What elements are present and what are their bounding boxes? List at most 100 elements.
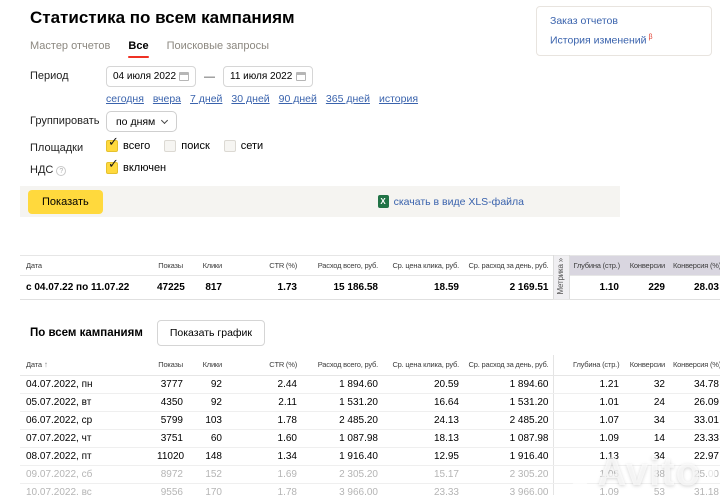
column-header-date: Дата [20,256,153,276]
column-header-clicks[interactable]: Клики [187,355,226,375]
value-cell: 152 [187,465,226,483]
value-cell: 3751 [153,429,187,447]
value-cell: 18.13 [382,429,463,447]
download-xls-label: скачать в виде XLS-файла [394,196,524,208]
group-label: Группировать [30,111,106,127]
column-header-depth[interactable]: Глубина (стр.) [569,355,623,375]
quick-range-365days-link[interactable]: 365 дней [326,93,370,105]
platform-checkbox-networks[interactable]: сети [224,140,263,152]
change-history-link[interactable]: История измененийβ [550,34,698,47]
platform-checkbox-search[interactable]: поиск [164,140,210,152]
value-cell: 1.69 [226,465,301,483]
value-cell: 1.73 [226,276,301,300]
value-cell: 47225 [153,276,187,300]
table-row: 09.07.2022, сб89721521.692 305.2015.172 … [20,465,720,483]
xls-file-icon: X [378,195,389,208]
calendar-icon[interactable] [179,72,189,81]
checkbox-unchecked-icon[interactable] [164,140,176,152]
column-header-avg-cpc: Ср. цена клика, руб. [382,256,463,276]
quick-range-30days-link[interactable]: 30 дней [231,93,269,105]
value-cell: 1.07 [569,411,623,429]
date-cell: 08.07.2022, пт [20,447,153,465]
table-row: 05.07.2022, вт4350922.111 531.2016.641 5… [20,393,720,411]
value-cell: 34 [623,447,669,465]
column-divider [553,429,569,447]
calendar-icon[interactable] [296,72,306,81]
tab-search-queries[interactable]: Поисковые запросы [167,40,269,52]
column-header-avg-cpc[interactable]: Ср. цена клика, руб. [382,355,463,375]
summary-total-row: с 04.07.22 по 11.07.22 47225 817 1.73 15… [20,276,720,300]
value-cell: 24 [623,393,669,411]
date-from-input[interactable]: 04 июля 2022 [106,66,196,87]
column-divider [553,447,569,465]
checkbox-unchecked-icon[interactable] [224,140,236,152]
change-history-label: История изменений [550,35,647,47]
platform-checkbox-total[interactable]: всего [106,140,150,152]
date-to-value: 11 июля 2022 [230,71,292,82]
value-cell: 53 [623,483,669,495]
table-row: 06.07.2022, ср57991031.782 485.2024.132 … [20,411,720,429]
quick-range-history-link[interactable]: история [379,93,418,105]
column-header-ctr[interactable]: CTR (%) [226,355,301,375]
reports-links-box: Заказ отчетов История измененийβ [536,6,712,56]
value-cell: 1.34 [226,447,301,465]
show-button[interactable]: Показать [28,190,103,214]
download-xls-link[interactable]: Xскачать в виде XLS-файла [378,195,524,208]
column-header-impressions[interactable]: Показы [153,355,187,375]
help-icon[interactable]: ? [56,166,66,176]
tab-all[interactable]: Все [128,40,148,52]
value-cell: 23.33 [669,429,720,447]
date-cell: 04.07.2022, пн [20,375,153,393]
quick-range-7days-link[interactable]: 7 дней [190,93,222,105]
platforms-label: Площадки [30,138,106,154]
campaigns-header-row: Дата↑ Показы Клики CTR (%) Расход всего,… [20,355,720,375]
campaigns-table: Дата↑ Показы Клики CTR (%) Расход всего,… [20,355,720,495]
value-cell: 1.78 [226,483,301,495]
value-cell: 12.95 [382,447,463,465]
value-cell: 33.01 [669,411,720,429]
period-row: Период 04 июля 2022 — 11 июля 2022 сегод… [30,66,720,105]
quick-range-yesterday-link[interactable]: вчера [153,93,181,105]
value-cell: 1.78 [226,411,301,429]
value-cell: 34.78 [669,375,720,393]
vat-checkbox[interactable]: включен [106,162,166,174]
value-cell: 23.33 [382,483,463,495]
checkbox-checked-icon[interactable] [106,162,118,174]
value-cell: 28.03 [669,276,720,300]
column-divider [553,483,569,495]
column-header-date-sortable[interactable]: Дата↑ [20,355,153,375]
tab-report-master[interactable]: Мастер отчетов [30,40,110,52]
date-cell: 05.07.2022, вт [20,393,153,411]
metrika-tab[interactable]: Метрика » [553,256,569,300]
value-cell: 5799 [153,411,187,429]
table-row: 10.07.2022, вс95561701.783 966.0023.333 … [20,483,720,495]
value-cell: 31.18 [669,483,720,495]
value-cell: 1 916.40 [463,447,553,465]
checkbox-checked-icon[interactable] [106,140,118,152]
column-header-conversion-rate[interactable]: Конверсия (%) [669,355,720,375]
date-cell: 09.07.2022, сб [20,465,153,483]
column-header-total-cost[interactable]: Расход всего, руб. [301,355,382,375]
group-by-select[interactable]: по дням [106,111,177,132]
column-header-avg-daily-cost: Ср. расход за день, руб. [463,256,553,276]
value-cell: 2 485.20 [463,411,553,429]
column-header-conversions[interactable]: Конверсии [623,355,669,375]
order-reports-link[interactable]: Заказ отчетов [550,15,698,27]
column-header-total-cost: Расход всего, руб. [301,256,382,276]
quick-range-today-link[interactable]: сегодня [106,93,144,105]
date-to-input[interactable]: 11 июля 2022 [223,66,313,87]
value-cell: 4350 [153,393,187,411]
column-divider [553,355,569,375]
beta-badge: β [649,34,653,41]
quick-range-90days-link[interactable]: 90 дней [279,93,317,105]
value-cell: 24.13 [382,411,463,429]
value-cell: 25.00 [669,465,720,483]
column-header-avg-daily-cost[interactable]: Ср. расход за день, руб. [463,355,553,375]
show-chart-button[interactable]: Показать график [157,320,265,346]
vat-label: НДС? [30,160,106,176]
platform-search-label: поиск [181,140,210,152]
column-header-depth: Глубина (стр.) [569,256,623,276]
platform-networks-label: сети [241,140,263,152]
value-cell: 1.06 [569,465,623,483]
group-by-value: по дням [116,116,155,128]
